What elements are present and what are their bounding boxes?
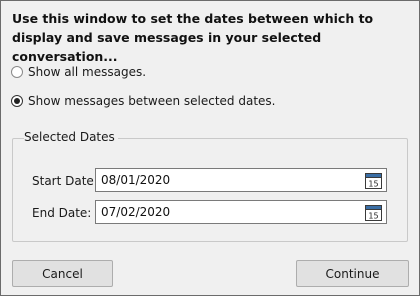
start-date-label: Start Date: xyxy=(32,174,98,188)
radio-unchecked-icon xyxy=(11,66,23,78)
cancel-button[interactable]: Cancel xyxy=(12,260,113,287)
start-date-field[interactable]: 08/01/2020 15 xyxy=(95,168,387,192)
continue-button[interactable]: Continue xyxy=(296,260,409,287)
radio-checked-icon xyxy=(11,95,23,107)
show-between-label: Show messages between selected dates. xyxy=(28,94,276,108)
start-date-value: 08/01/2020 xyxy=(101,173,171,187)
group-title: Selected Dates xyxy=(24,130,118,144)
instructions-text: Use this window to set the dates between… xyxy=(12,11,374,64)
calendar-icon[interactable]: 15 xyxy=(365,204,382,221)
calendar-icon-day: 15 xyxy=(368,180,378,189)
end-date-label: End Date: xyxy=(32,206,92,220)
show-between-radio[interactable]: Show messages between selected dates. xyxy=(11,92,276,110)
show-all-radio[interactable]: Show all messages. xyxy=(11,63,146,81)
date-range-dialog: Use this window to set the dates between… xyxy=(0,0,420,296)
end-date-field[interactable]: 07/02/2020 15 xyxy=(95,200,387,224)
calendar-icon-day: 15 xyxy=(368,212,378,221)
end-date-value: 07/02/2020 xyxy=(101,205,171,219)
show-all-label: Show all messages. xyxy=(28,65,147,79)
calendar-icon[interactable]: 15 xyxy=(365,172,382,189)
